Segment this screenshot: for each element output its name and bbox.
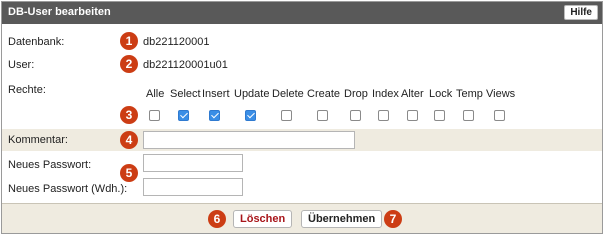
perm-label-views: Views [486, 88, 516, 100]
perm-label-temp: Temp [456, 88, 483, 100]
badge-1: 1 [120, 32, 138, 50]
perm-checkbox-update[interactable] [245, 110, 256, 121]
perm-checkbox-drop[interactable] [350, 110, 361, 121]
perm-label-create: Create [307, 88, 341, 100]
apply-button[interactable]: Übernehmen [301, 210, 383, 228]
perm-label-drop: Drop [344, 88, 368, 100]
perm-checkbox-lock[interactable] [434, 110, 445, 121]
perm-label-index: Index [372, 88, 399, 100]
delete-button[interactable]: Löschen [233, 210, 293, 228]
badge-3: 3 [120, 106, 138, 124]
password-repeat-input[interactable] [143, 178, 243, 196]
rechte-label: Rechte: [8, 84, 46, 96]
button-footer: 6 Löschen Übernehmen 7 [2, 203, 602, 233]
badge-4: 4 [120, 131, 138, 149]
perm-label-alter: Alter [401, 88, 424, 100]
perm-checkbox-temp[interactable] [463, 110, 474, 121]
badge-6: 6 [208, 210, 226, 228]
perm-label-delete: Delete [272, 88, 304, 100]
datenbank-value: db221120001 [143, 36, 210, 48]
kommentar-input[interactable] [143, 131, 355, 149]
perm-checkbox-insert[interactable] [209, 110, 220, 121]
title-bar: DB-User bearbeiten Hilfe [2, 2, 602, 24]
panel-title: DB-User bearbeiten [8, 6, 111, 18]
kommentar-row: Kommentar: 4 [2, 129, 602, 151]
perm-label-update: Update [234, 88, 270, 100]
badge-7: 7 [384, 210, 402, 228]
perm-checkbox-select[interactable] [178, 110, 189, 121]
user-label: User: [8, 59, 35, 71]
user-value: db221120001u01 [143, 59, 228, 71]
perm-label-alle: Alle [146, 88, 165, 100]
perm-label-lock: Lock [429, 88, 453, 100]
datenbank-label: Datenbank: [8, 36, 65, 48]
kommentar-label: Kommentar: [8, 134, 68, 146]
badge-5: 5 [120, 164, 138, 182]
password-repeat-label: Neues Passwort (Wdh.): [8, 183, 128, 195]
perm-label-insert: Insert [202, 88, 230, 100]
password-label: Neues Passwort: [8, 159, 92, 171]
perm-checkbox-alle[interactable] [149, 110, 160, 121]
perm-label-select: Select [170, 88, 201, 100]
password-input[interactable] [143, 154, 243, 172]
perm-checkbox-create[interactable] [317, 110, 328, 121]
perm-checkbox-delete[interactable] [281, 110, 292, 121]
perm-checkbox-views[interactable] [494, 110, 505, 121]
badge-2: 2 [120, 55, 138, 73]
edit-db-user-panel: DB-User bearbeiten Hilfe Datenbank: 1 db… [1, 1, 603, 234]
help-button[interactable]: Hilfe [564, 5, 598, 20]
perm-checkbox-index[interactable] [378, 110, 389, 121]
perm-checkbox-alter[interactable] [407, 110, 418, 121]
